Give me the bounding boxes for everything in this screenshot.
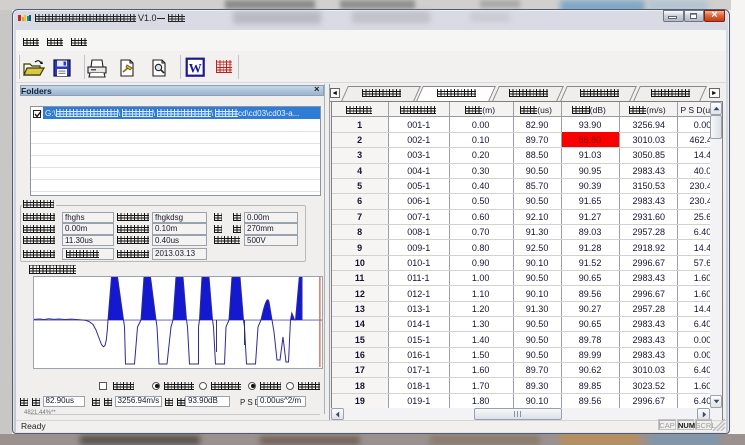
svg-text:W: W bbox=[189, 61, 202, 76]
